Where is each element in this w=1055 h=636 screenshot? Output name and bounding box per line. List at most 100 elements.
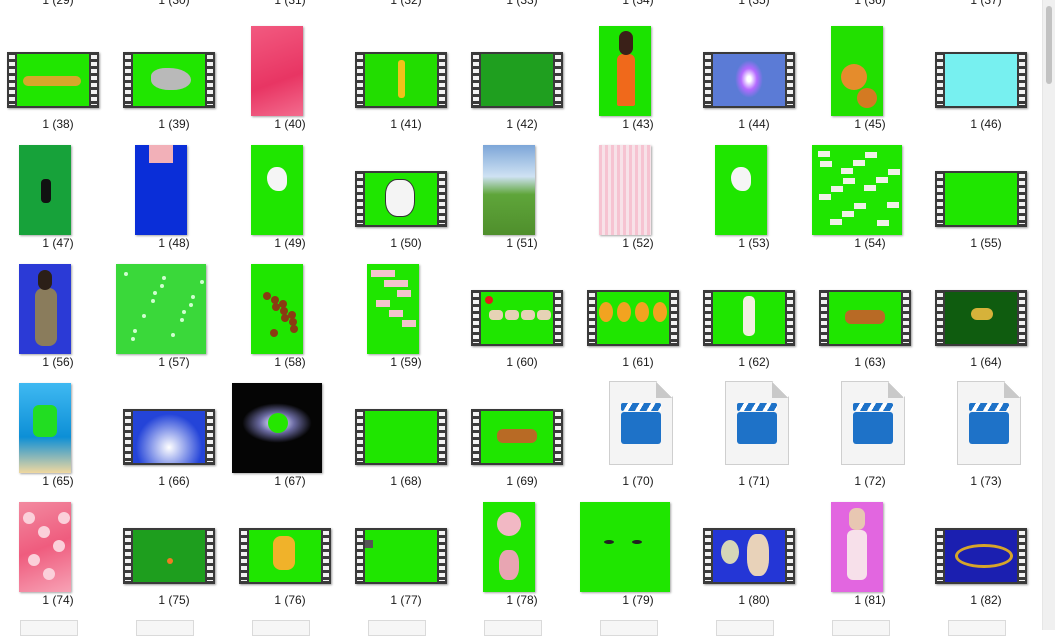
file-item[interactable]: 1 (56) <box>0 256 116 375</box>
file-label: 1 (40) <box>274 117 306 131</box>
image-preview <box>715 145 767 235</box>
file-item[interactable]: 1 (66) <box>116 375 232 494</box>
file-item[interactable]: 1 (73) <box>928 375 1044 494</box>
file-item[interactable]: 1 (38) <box>0 18 116 137</box>
video-frame <box>597 292 669 344</box>
file-thumbnail <box>464 18 580 116</box>
thumbnail-figure <box>831 186 843 192</box>
file-item[interactable]: 1 (59) <box>348 256 464 375</box>
thumbnail-figure <box>843 178 855 184</box>
thumbnail-figure <box>876 177 888 183</box>
file-label: 1 (58) <box>274 355 306 369</box>
file-item[interactable]: 1 (52) <box>580 137 696 256</box>
file-label: 1 (46) <box>970 117 1002 131</box>
file-label: 1 (37) <box>970 0 1002 7</box>
file-thumbnail <box>696 137 812 235</box>
file-item[interactable]: 1 (55) <box>928 137 1044 256</box>
video-frame <box>945 173 1017 225</box>
file-item[interactable]: 1 (71) <box>696 375 812 494</box>
video-frame <box>713 54 785 106</box>
thumbnail-figure <box>38 526 50 538</box>
file-item[interactable]: 1 (78) <box>464 494 580 613</box>
thumbnail-figure <box>877 220 889 226</box>
file-item[interactable]: 1 (70) <box>580 375 696 494</box>
file-label: 1 (64) <box>970 355 1002 369</box>
file-item[interactable]: 1 (65) <box>0 375 116 494</box>
file-item[interactable]: 1 (62) <box>696 256 812 375</box>
file-item[interactable]: 1 (61) <box>580 256 696 375</box>
blank-file-icon[interactable] <box>252 620 310 636</box>
image-preview <box>483 145 535 235</box>
video-filmstrip-icon <box>123 409 215 465</box>
blank-file-icon[interactable] <box>832 620 890 636</box>
file-item[interactable]: 1 (63) <box>812 256 928 375</box>
blank-file-icon[interactable] <box>136 620 194 636</box>
file-item[interactable]: 1 (48) <box>116 137 232 256</box>
image-preview <box>135 145 187 235</box>
file-label: 1 (35) <box>738 0 770 7</box>
file-item[interactable]: 1 (72) <box>812 375 928 494</box>
file-item[interactable]: 1 (76) <box>232 494 348 613</box>
video-filmstrip-icon <box>239 528 331 584</box>
file-item[interactable]: 1 (54) <box>812 137 928 256</box>
thumbnail-figure <box>23 512 35 524</box>
file-label: 1 (82) <box>970 593 1002 607</box>
file-item[interactable]: 1 (74) <box>0 494 116 613</box>
file-thumbnail <box>812 137 928 235</box>
file-item[interactable]: 1 (42) <box>464 18 580 137</box>
thumbnail-figure <box>171 333 175 337</box>
video-filmstrip-icon <box>471 409 563 465</box>
file-label: 1 (70) <box>622 474 654 488</box>
scrollbar-thumb[interactable] <box>1046 6 1052 84</box>
file-thumbnail <box>696 494 812 592</box>
file-item[interactable]: 1 (81) <box>812 494 928 613</box>
file-item[interactable]: 1 (58) <box>232 256 348 375</box>
file-item[interactable]: 1 (49) <box>232 137 348 256</box>
video-filmstrip-icon <box>355 528 447 584</box>
file-item[interactable]: 1 (47) <box>0 137 116 256</box>
image-preview <box>251 145 303 235</box>
file-item[interactable]: 1 (80) <box>696 494 812 613</box>
file-thumbnail <box>116 137 232 235</box>
file-item[interactable]: 1 (51) <box>464 137 580 256</box>
file-item[interactable]: 1 (57) <box>116 256 232 375</box>
file-item[interactable]: 1 (67) <box>232 375 348 494</box>
file-label: 1 (63) <box>854 355 886 369</box>
file-label: 1 (68) <box>390 474 422 488</box>
file-item[interactable]: 1 (53) <box>696 137 812 256</box>
vertical-scrollbar[interactable] <box>1042 0 1055 630</box>
file-item[interactable]: 1 (60) <box>464 256 580 375</box>
file-thumbnail <box>0 256 116 354</box>
file-item[interactable]: 1 (82) <box>928 494 1044 613</box>
file-item[interactable]: 1 (69) <box>464 375 580 494</box>
file-thumbnail <box>232 256 348 354</box>
blank-file-icon[interactable] <box>600 620 658 636</box>
file-thumbnail <box>464 137 580 235</box>
blank-file-icon[interactable] <box>948 620 1006 636</box>
blank-file-icon[interactable] <box>20 620 78 636</box>
blank-file-icon[interactable] <box>716 620 774 636</box>
file-item[interactable]: 1 (50) <box>348 137 464 256</box>
file-item[interactable]: 1 (46) <box>928 18 1044 137</box>
file-item[interactable]: 1 (68) <box>348 375 464 494</box>
file-thumbnail <box>580 18 696 116</box>
file-item[interactable]: 1 (77) <box>348 494 464 613</box>
thumbnail-figure <box>485 296 493 304</box>
file-item[interactable]: 1 (43) <box>580 18 696 137</box>
blank-file-icon[interactable] <box>368 620 426 636</box>
video-frame <box>133 54 205 106</box>
file-item[interactable]: 1 (79) <box>580 494 696 613</box>
file-item[interactable]: 1 (44) <box>696 18 812 137</box>
blank-file-icon[interactable] <box>484 620 542 636</box>
file-item[interactable]: 1 (39) <box>116 18 232 137</box>
thumbnail-figure <box>398 60 405 98</box>
file-item[interactable]: 1 (41) <box>348 18 464 137</box>
file-label: 1 (67) <box>274 474 306 488</box>
thumbnail-figure <box>735 60 763 98</box>
thumbnail-figure <box>133 329 137 333</box>
image-preview <box>116 264 206 354</box>
file-item[interactable]: 1 (64) <box>928 256 1044 375</box>
file-item[interactable]: 1 (75) <box>116 494 232 613</box>
file-item[interactable]: 1 (45) <box>812 18 928 137</box>
file-item[interactable]: 1 (40) <box>232 18 348 137</box>
